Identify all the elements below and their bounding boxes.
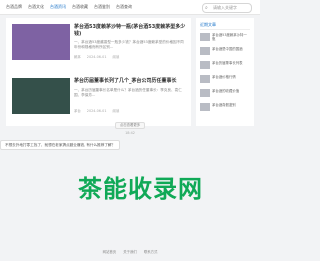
sidebar-thumbnail[interactable]	[200, 61, 210, 69]
chat-timestamp: 18:42	[125, 131, 135, 135]
sidebar-item[interactable]: 茅台酒真假鉴别	[200, 103, 250, 112]
article-meta: 茅台 2024-06-01 阅读	[74, 109, 119, 114]
chat-bubble: 不想去外地打零工找了，就想在老家搞点副业赚钱, 有什么推荐了解？	[0, 140, 121, 150]
article-title[interactable]: 茅台历届董事长列了几个_茅台公司历任董事长	[74, 78, 186, 85]
article-meta: 赖茅 2024-06-01 阅读	[74, 55, 119, 60]
footer: 网站首页 关于我们 联系方式	[0, 250, 260, 255]
article-list: 茅台酒53度赖茅沙特一瓶(茅台酒53度赖茅型多少钱) 一、茅台酒53度酱香型一瓶…	[6, 18, 191, 126]
nav-item-culture[interactable]: 台酒文化	[28, 3, 44, 11]
nav-item-identify[interactable]: 台酒鉴别	[94, 3, 110, 11]
sidebar-thumbnail[interactable]	[200, 33, 210, 41]
sidebar-item[interactable]: 茅台酒价格行情	[200, 75, 250, 84]
article-thumbnail[interactable]	[12, 78, 70, 114]
main-nav: 台酒品牌 台酒文化 台酒资讯 台酒收藏 台酒鉴别 台酒查询	[6, 3, 138, 11]
article-thumbnail[interactable]	[12, 24, 70, 60]
article-date: 2024-06-01	[86, 55, 107, 59]
article-date: 2024-06-01	[86, 109, 107, 113]
sidebar-divider	[200, 29, 250, 30]
sidebar-item[interactable]: 茅台历届董事长列表	[200, 61, 250, 70]
sidebar-thumbnail[interactable]	[200, 75, 210, 83]
search-input[interactable]: ⌕ 请输入关键字	[202, 3, 252, 13]
article-excerpt: 一、茅台酒53度酱香型一瓶多少钱？茅台酒53度赖茅型的价格因不同年份和规格而有所…	[74, 40, 184, 49]
site-watermark: 茶能收录网	[78, 175, 203, 203]
sidebar-item-label[interactable]: 茅台酒是中国的国酒	[212, 47, 250, 51]
nav-item-brand[interactable]: 台酒品牌	[6, 3, 22, 11]
sidebar-item[interactable]: 茅台酒是中国的国酒	[200, 47, 250, 56]
sidebar-item-label[interactable]: 茅台历届董事长列表	[212, 61, 250, 65]
nav-item-news[interactable]: 台酒资讯	[50, 3, 66, 11]
search-icon[interactable]: ⌕	[205, 5, 208, 11]
sidebar-item-label[interactable]: 茅台酒价格行情	[212, 75, 250, 79]
sidebar-item[interactable]: 茅台酒53度赖茅沙特一瓶	[200, 33, 250, 42]
article-title[interactable]: 茅台酒53度赖茅沙特一瓶(茅台酒53度赖茅型多少钱)	[74, 24, 186, 38]
sidebar: 近期文章 茅台酒53度赖茅沙特一瓶 茅台酒是中国的国酒 茅台历届董事长列表 茅台…	[196, 18, 254, 126]
article-tag[interactable]: 茅台	[74, 109, 81, 114]
sidebar-heading: 近期文章	[200, 22, 216, 27]
footer-link-contact[interactable]: 联系方式	[144, 250, 158, 254]
sidebar-item-label[interactable]: 茅台酒的收藏价值	[212, 89, 250, 93]
sidebar-thumbnail[interactable]	[200, 103, 210, 111]
footer-link-about[interactable]: 关于我们	[123, 250, 137, 254]
sidebar-item-label[interactable]: 茅台酒真假鉴别	[212, 103, 250, 107]
article-card[interactable]: 茅台酒53度赖茅沙特一瓶(茅台酒53度赖茅型多少钱) 一、茅台酒53度酱香型一瓶…	[12, 24, 187, 68]
nav-item-query[interactable]: 台酒查询	[116, 3, 132, 11]
footer-link-home[interactable]: 网站首页	[103, 250, 117, 254]
sidebar-item-label[interactable]: 茅台酒53度赖茅沙特一瓶	[212, 33, 250, 41]
article-excerpt: 一、茅台历届董事长名单是什么？茅台酒历任董事长：季克良、袁仁国、李保芳...	[74, 88, 182, 97]
sidebar-thumbnail[interactable]	[200, 89, 210, 97]
nav-item-collection[interactable]: 台酒收藏	[72, 3, 88, 11]
article-views: 阅读	[112, 109, 120, 113]
top-navbar: 台酒品牌 台酒文化 台酒资讯 台酒收藏 台酒鉴别 台酒查询 ⌕ 请输入关键字	[0, 0, 260, 15]
load-more-button[interactable]: 点击查看更多	[114, 122, 146, 129]
article-tag[interactable]: 赖茅	[74, 55, 81, 60]
article-views: 阅读	[112, 55, 120, 59]
load-more-area: 点击查看更多	[0, 122, 260, 129]
search-placeholder: 请输入关键字	[213, 5, 237, 10]
sidebar-item[interactable]: 茅台酒的收藏价值	[200, 89, 250, 98]
article-card[interactable]: 茅台历届董事长列了几个_茅台公司历任董事长 一、茅台历届董事长名单是什么？茅台酒…	[12, 78, 187, 122]
sidebar-thumbnail[interactable]	[200, 47, 210, 55]
